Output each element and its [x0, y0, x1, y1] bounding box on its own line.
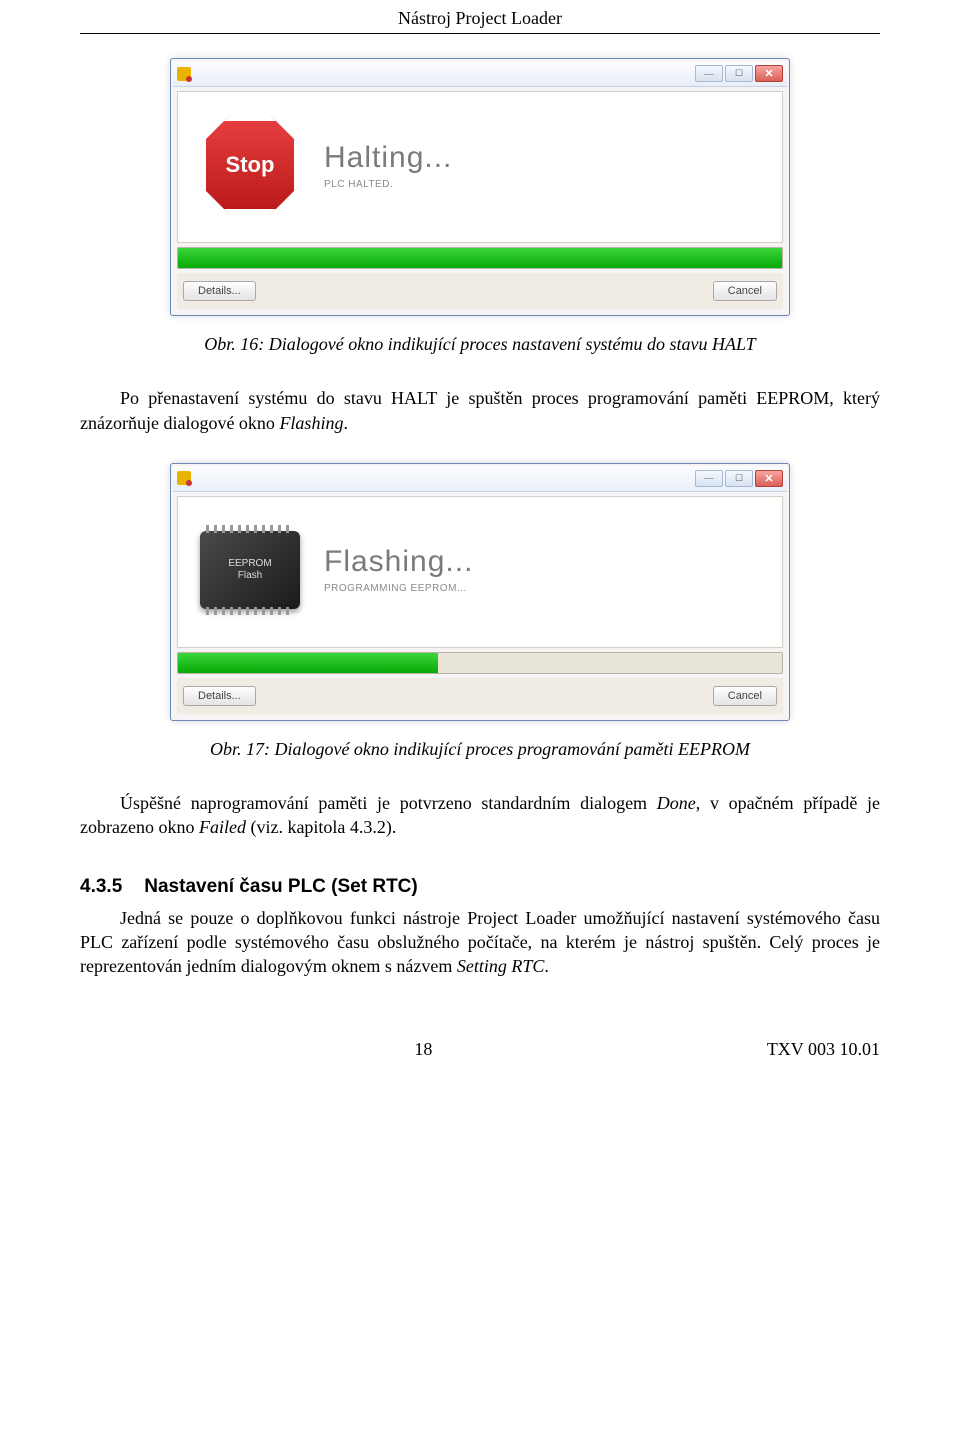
stop-icon: Stop	[190, 110, 310, 220]
dialog-title: Halting...	[324, 141, 770, 175]
page-header: Nástroj Project Loader	[80, 0, 880, 34]
app-icon	[177, 471, 191, 485]
details-button[interactable]: Details...	[183, 686, 256, 706]
page-number: 18	[414, 1039, 432, 1060]
figure-16-caption: Obr. 16: Dialogové okno indikující proce…	[80, 332, 880, 356]
figure-16: — ☐ ✕ Stop Halting... PLC HALTED. Detail…	[80, 58, 880, 316]
figure-17: — ☐ ✕ EEPROM Flash Flashing... PROGRAMMI…	[80, 463, 880, 721]
maximize-button[interactable]: ☐	[725, 65, 753, 82]
progress-fill	[178, 248, 782, 268]
doc-id: TXV 003 10.01	[767, 1039, 880, 1060]
minimize-button[interactable]: —	[695, 470, 723, 487]
dialog-subtext: PLC HALTED.	[324, 179, 770, 190]
close-button[interactable]: ✕	[755, 65, 783, 82]
maximize-button[interactable]: ☐	[725, 470, 753, 487]
paragraph-3: Jedná se pouze o doplňkovou funkci nástr…	[80, 906, 880, 979]
paragraph-2: Úspěšné naprogramování paměti je potvrze…	[80, 791, 880, 840]
titlebar: — ☐ ✕	[173, 466, 787, 492]
cancel-button[interactable]: Cancel	[713, 281, 777, 301]
dialog-title: Flashing...	[324, 545, 770, 579]
halting-dialog: — ☐ ✕ Stop Halting... PLC HALTED. Detail…	[170, 58, 790, 316]
app-icon	[177, 67, 191, 81]
chip-icon: EEPROM Flash	[190, 515, 310, 625]
section-number: 4.3.5	[80, 876, 122, 897]
chip-label-2: Flash	[238, 570, 262, 582]
titlebar: — ☐ ✕	[173, 61, 787, 87]
close-button[interactable]: ✕	[755, 470, 783, 487]
chip-label-1: EEPROM	[228, 558, 271, 570]
paragraph-1: Po přenastavení systému do stavu HALT je…	[80, 386, 880, 435]
dialog-subtext: PROGRAMMING EEPROM...	[324, 583, 770, 594]
details-button[interactable]: Details...	[183, 281, 256, 301]
flashing-dialog: — ☐ ✕ EEPROM Flash Flashing... PROGRAMMI…	[170, 463, 790, 721]
minimize-button[interactable]: —	[695, 65, 723, 82]
figure-17-caption: Obr. 17: Dialogové okno indikující proce…	[80, 737, 880, 761]
section-heading: 4.3.5 Nastavení času PLC (Set RTC)	[80, 876, 880, 898]
page-footer: 18 TXV 003 10.01	[80, 1039, 880, 1080]
progress-fill	[178, 653, 438, 673]
cancel-button[interactable]: Cancel	[713, 686, 777, 706]
stop-label: Stop	[226, 152, 275, 178]
section-title: Nastavení času PLC (Set RTC)	[144, 876, 417, 897]
progress-bar	[177, 652, 783, 674]
progress-bar	[177, 247, 783, 269]
